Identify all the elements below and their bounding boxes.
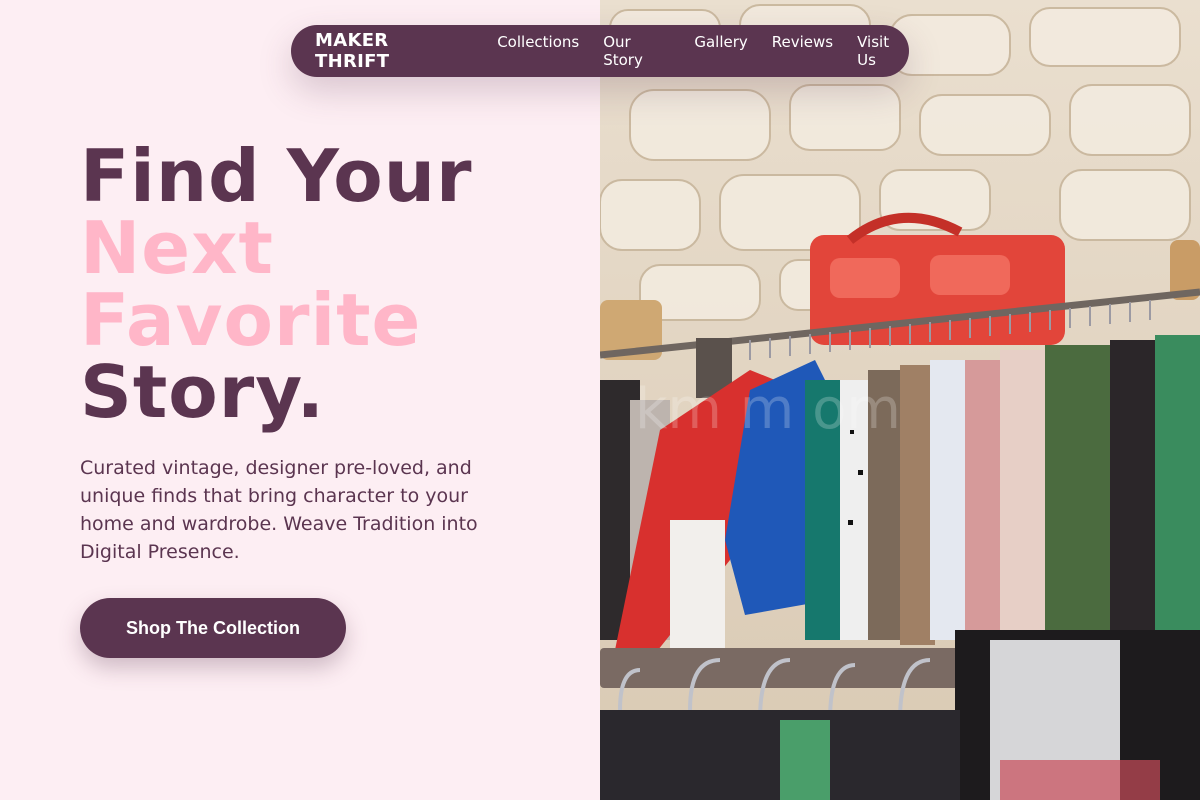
nav-link-our-story[interactable]: Our Story bbox=[603, 33, 670, 69]
headline-line-2: Next bbox=[80, 206, 274, 290]
nav-link-gallery[interactable]: Gallery bbox=[694, 33, 747, 69]
shop-collection-button[interactable]: Shop The Collection bbox=[80, 598, 346, 658]
headline-line-3: Favorite bbox=[80, 278, 422, 362]
nav-links: Collections Our Story Gallery Reviews Vi… bbox=[497, 33, 909, 69]
hero-image: km m om bbox=[600, 0, 1200, 800]
nav-link-reviews[interactable]: Reviews bbox=[772, 33, 833, 69]
hero-subtext: Curated vintage, designer pre-loved, and… bbox=[80, 457, 478, 563]
top-nav: MAKER THRIFT Collections Our Story Galle… bbox=[291, 25, 909, 77]
brand-logo[interactable]: MAKER THRIFT bbox=[315, 30, 466, 72]
clothing-rack-photo: km m om bbox=[600, 0, 1200, 800]
nav-link-visit-us[interactable]: Visit Us bbox=[857, 33, 909, 69]
nav-link-collections[interactable]: Collections bbox=[497, 33, 579, 69]
hero-left-panel: Find Your Next Favorite Story. Curated v… bbox=[0, 0, 600, 800]
image-watermark: km m om bbox=[635, 377, 901, 442]
hero-headline: Find Your Next Favorite Story. bbox=[80, 140, 472, 428]
headline-line-1: Find Your bbox=[80, 134, 473, 218]
headline-line-4: Story. bbox=[80, 350, 325, 434]
